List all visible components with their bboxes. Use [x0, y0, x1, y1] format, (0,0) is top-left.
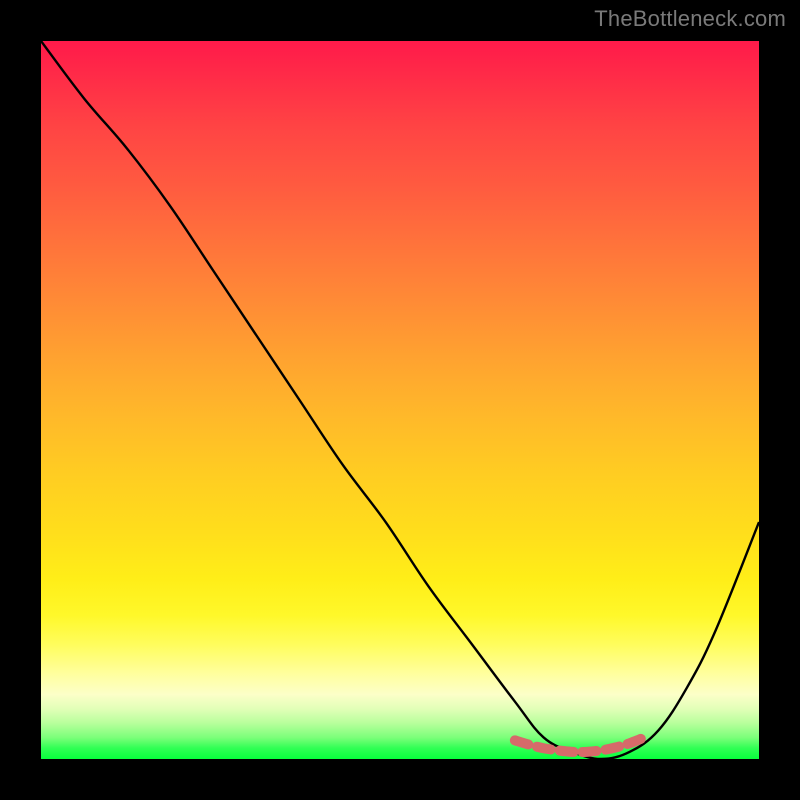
attribution-text: TheBottleneck.com — [594, 6, 786, 32]
curve-svg — [41, 41, 759, 759]
plot-area — [41, 41, 759, 759]
optimal-marker — [515, 737, 644, 752]
bottleneck-curve — [41, 41, 759, 759]
